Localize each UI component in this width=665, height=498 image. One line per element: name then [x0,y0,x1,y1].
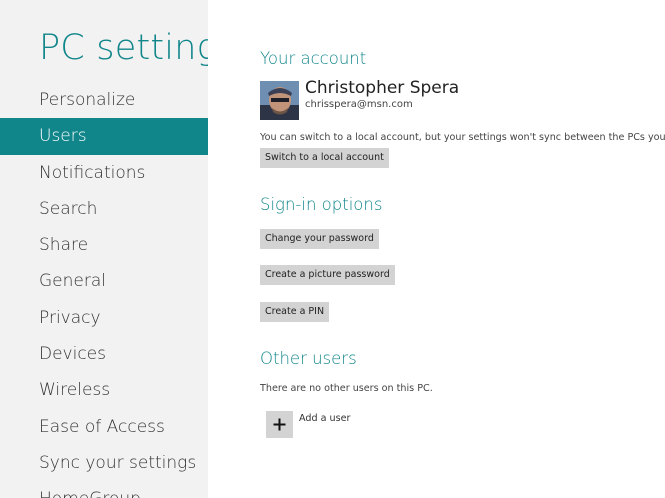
main-content: Your account Christopher Spera chrissper… [260,0,665,498]
nav-item-devices[interactable]: Devices [0,336,208,372]
nav-item-notifications[interactable]: Notifications [0,155,208,191]
nav-item-users[interactable]: Users [0,118,208,155]
nav-item-sync-settings[interactable]: Sync your settings [0,445,208,481]
other-users-heading: Other users [260,349,357,368]
nav-item-general[interactable]: General [0,263,208,299]
nav-item-privacy[interactable]: Privacy [0,300,208,336]
nav-list: Personalize Users Notifications Search S… [0,82,208,498]
app-title: PC settings [39,28,208,68]
change-password-button[interactable]: Change your password [260,229,379,249]
switch-local-account-button[interactable]: Switch to a local account [260,148,389,168]
local-account-note: You can switch to a local account, but y… [260,132,665,143]
user-email: chrisspera@msn.com [305,99,413,110]
nav-item-personalize[interactable]: Personalize [0,82,208,118]
pc-settings-window: PC settings Personalize Users Notificati… [0,0,665,498]
nav-item-share[interactable]: Share [0,227,208,263]
sign-in-options-heading: Sign-in options [260,195,383,214]
sidebar: PC settings Personalize Users Notificati… [0,0,208,498]
add-user-label: Add a user [299,413,351,424]
create-pin-button[interactable]: Create a PIN [260,302,330,322]
avatar [260,81,299,120]
nav-item-ease-of-access[interactable]: Ease of Access [0,409,208,445]
create-picture-password-button[interactable]: Create a picture password [260,265,395,285]
nav-item-homegroup[interactable]: HomeGroup [0,481,208,498]
no-other-users-note: There are no other users on this PC. [260,383,433,394]
user-name: Christopher Spera [305,78,460,98]
nav-item-wireless[interactable]: Wireless [0,372,208,408]
nav-item-search[interactable]: Search [0,191,208,227]
plus-icon[interactable] [266,411,293,438]
your-account-heading: Your account [260,49,367,68]
